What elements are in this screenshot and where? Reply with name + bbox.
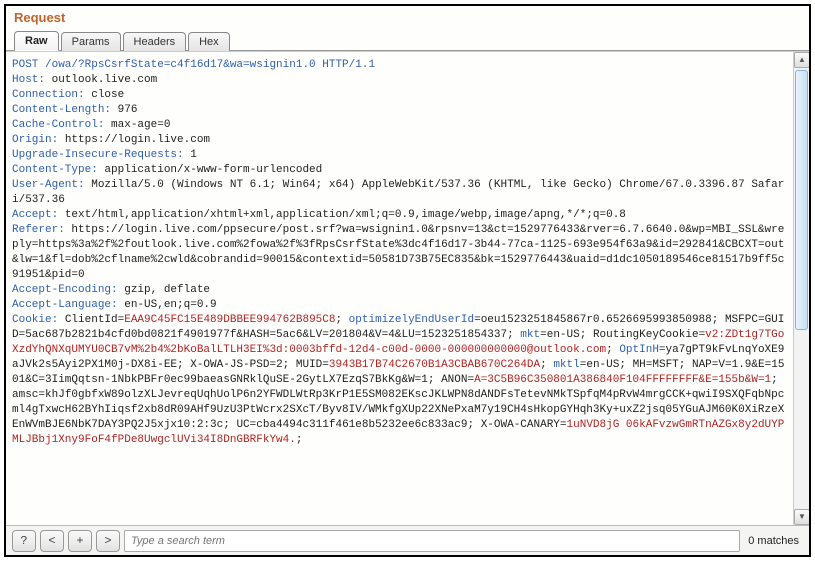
search-input[interactable] bbox=[124, 530, 740, 552]
scroll-up-icon[interactable]: ▲ bbox=[794, 52, 809, 68]
search-bar: ? < + > 0 matches bbox=[6, 525, 809, 555]
tab-bar: Raw Params Headers Hex bbox=[6, 27, 809, 51]
scrollbar[interactable]: ▲ ▼ bbox=[793, 52, 809, 525]
request-panel: Request Raw Params Headers Hex ▲ ▼ POST … bbox=[4, 4, 811, 557]
prev-button[interactable]: < bbox=[40, 530, 64, 552]
tab-raw[interactable]: Raw bbox=[14, 31, 59, 51]
panel-title: Request bbox=[6, 6, 809, 27]
add-button[interactable]: + bbox=[68, 530, 92, 552]
scroll-down-icon[interactable]: ▼ bbox=[794, 509, 809, 525]
tab-hex[interactable]: Hex bbox=[188, 32, 230, 51]
next-button[interactable]: > bbox=[96, 530, 120, 552]
scroll-thumb[interactable] bbox=[795, 70, 808, 330]
raw-text[interactable]: POST /owa/?RpsCsrfState=c4f16d17&wa=wsig… bbox=[6, 52, 793, 525]
tab-params[interactable]: Params bbox=[61, 32, 121, 51]
help-button[interactable]: ? bbox=[12, 530, 36, 552]
content-area: ▲ ▼ POST /owa/?RpsCsrfState=c4f16d17&wa=… bbox=[6, 51, 809, 525]
tab-headers[interactable]: Headers bbox=[123, 32, 187, 51]
matches-label: 0 matches bbox=[744, 535, 803, 547]
